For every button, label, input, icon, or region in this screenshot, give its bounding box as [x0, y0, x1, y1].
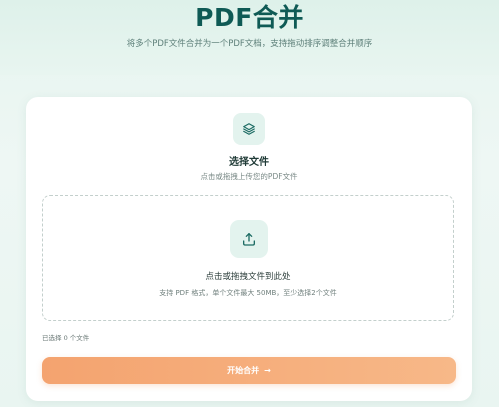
start-merge-button[interactable]: 开始合并 →: [42, 357, 456, 384]
upload-card: 选择文件 点击或拖拽上传您的PDF文件 点击或拖拽文件到此处 支持 PDF 格式…: [26, 97, 472, 401]
dropzone-hint: 支持 PDF 格式，单个文件最大 50MB，至少选择2个文件: [159, 289, 337, 297]
layers-icon: [233, 113, 265, 145]
file-dropzone[interactable]: 点击或拖拽文件到此处 支持 PDF 格式，单个文件最大 50MB，至少选择2个文…: [42, 195, 454, 321]
page-title: PDF合并: [195, 3, 304, 32]
start-merge-label: 开始合并: [227, 366, 260, 375]
select-files-subtitle: 点击或拖拽上传您的PDF文件: [200, 172, 298, 181]
dropzone-title: 点击或拖拽文件到此处: [205, 272, 291, 282]
arrow-right-icon: →: [264, 366, 271, 375]
select-files-title: 选择文件: [229, 157, 269, 168]
upload-icon: [230, 220, 268, 258]
selected-file-count: 已选择 0 个文件: [42, 334, 90, 342]
page-subtitle: 将多个PDF文件合并为一个PDF文档，支持拖动排序调整合并顺序: [126, 39, 373, 49]
